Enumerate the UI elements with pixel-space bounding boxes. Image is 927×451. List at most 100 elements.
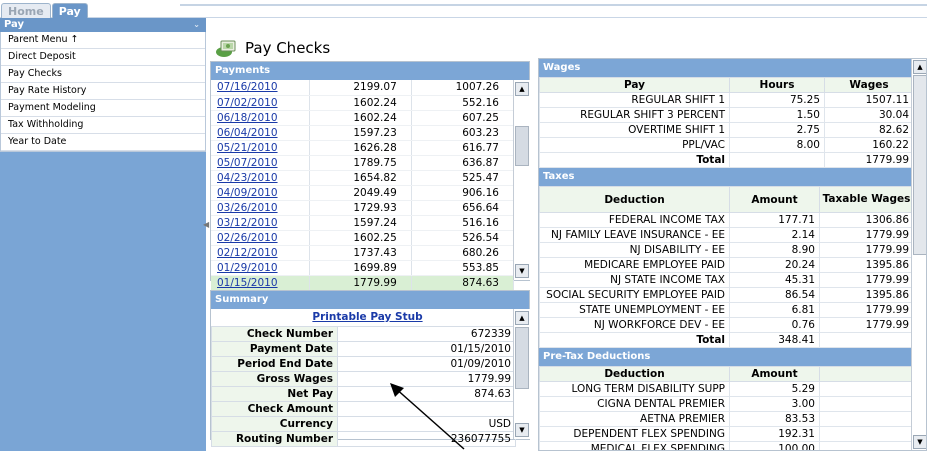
table-row[interactable]: 06/04/2010 1597.23 603.23: [211, 125, 515, 141]
net-amount: 553.85: [411, 260, 515, 276]
scroll-thumb[interactable]: [913, 75, 926, 255]
sidebar-item-tax-withholding[interactable]: Tax Withholding: [1, 117, 205, 134]
payment-date-link[interactable]: 03/12/2010: [211, 215, 310, 231]
table-row: REGULAR SHIFT 3 PERCENT 1.50 30.04: [539, 107, 914, 123]
scroll-down-icon[interactable]: ▼: [515, 423, 529, 437]
payment-date-link[interactable]: 04/09/2010: [211, 185, 310, 201]
pretax-section: Pre-Tax Deductions Deduction Amount LONG…: [539, 348, 914, 450]
table-row[interactable]: 01/15/2010 1779.99 874.63: [211, 275, 515, 291]
table-cell: PPL/VAC: [539, 137, 730, 153]
net-amount: 607.25: [411, 110, 515, 126]
table-row: MEDICARE EMPLOYEE PAID 20.24 1395.86: [539, 257, 914, 273]
payment-date-link[interactable]: 04/23/2010: [211, 170, 310, 186]
sidebar-menu: Parent Menu ↑ Direct Deposit Pay Checks …: [0, 32, 206, 152]
payment-date-link[interactable]: 07/02/2010: [211, 95, 310, 111]
table-row[interactable]: 07/16/2010 2199.07 1007.26: [211, 80, 515, 96]
collapse-handle-icon[interactable]: ◀: [203, 220, 209, 232]
summary-row: Check Number 672339: [211, 326, 516, 342]
payments-scrollbar[interactable]: ▲ ▼: [513, 80, 530, 280]
table-cell: NJ FAMILY LEAVE INSURANCE - EE: [539, 227, 730, 243]
gross-amount: 1779.99: [309, 275, 412, 291]
summary-label: Net Pay: [211, 386, 338, 402]
net-amount: 656.64: [411, 200, 515, 216]
table-row: NJ WORKFORCE DEV - EE 0.76 1779.99: [539, 317, 914, 333]
table-cell: 100.00: [729, 441, 820, 450]
summary-label: Currency: [211, 416, 338, 432]
sidebar-item-parent-menu[interactable]: Parent Menu ↑: [1, 32, 205, 49]
scroll-thumb[interactable]: [515, 126, 529, 166]
total-row: Total 348.41: [539, 332, 914, 348]
column-header: Taxable Wages: [819, 186, 914, 213]
wages-section: Wages Pay Hours Wages REGULAR SHIFT 1 75.…: [539, 59, 914, 168]
net-amount: 680.26: [411, 245, 515, 261]
details-panel: Wages Pay Hours Wages REGULAR SHIFT 1 75.…: [538, 58, 927, 451]
gross-amount: 2049.49: [309, 185, 412, 201]
table-row: REGULAR SHIFT 1 75.25 1507.11: [539, 92, 914, 108]
table-row[interactable]: 04/23/2010 1654.82 525.47: [211, 170, 515, 186]
table-cell: [729, 152, 825, 168]
table-row[interactable]: 06/18/2010 1602.24 607.25: [211, 110, 515, 126]
payment-date-link[interactable]: 05/07/2010: [211, 155, 310, 171]
top-divider: [180, 4, 927, 6]
payment-date-link[interactable]: 07/16/2010: [211, 80, 310, 96]
table-cell: 177.71: [729, 212, 820, 228]
payment-date-link[interactable]: 02/12/2010: [211, 245, 310, 261]
table-row: NJ FAMILY LEAVE INSURANCE - EE 2.14 1779.9…: [539, 227, 914, 243]
page-header: Pay Checks: [215, 37, 330, 59]
table-cell: 75.25: [729, 92, 825, 108]
table-row[interactable]: 01/29/2010 1699.89 553.85: [211, 260, 515, 276]
scroll-up-icon[interactable]: ▲: [515, 82, 529, 96]
scroll-up-icon[interactable]: ▲: [515, 311, 529, 325]
table-cell: 82.62: [824, 122, 914, 138]
sidebar-item-year-to-date[interactable]: Year to Date: [1, 134, 205, 151]
table-cell: 2.14: [729, 227, 820, 243]
payment-date-link[interactable]: 06/04/2010: [211, 125, 310, 141]
payment-date-link[interactable]: 05/21/2010: [211, 140, 310, 156]
table-row[interactable]: 02/12/2010 1737.43 680.26: [211, 245, 515, 261]
chevron-down-icon[interactable]: ⌄: [193, 18, 200, 32]
table-row[interactable]: 02/26/2010 1602.25 526.54: [211, 230, 515, 246]
summary-table: Check Number 672339 Payment Date 01/15/2010…: [211, 326, 516, 447]
column-header: Amount: [729, 186, 820, 213]
tab-pay[interactable]: Pay: [51, 3, 88, 18]
summary-scrollbar[interactable]: ▲ ▼: [513, 309, 530, 439]
gross-amount: 1654.82: [309, 170, 412, 186]
scroll-down-icon[interactable]: ▼: [515, 264, 529, 278]
printable-pay-stub-link[interactable]: Printable Pay Stub: [211, 310, 514, 325]
table-cell: 192.31: [729, 426, 820, 442]
scroll-down-icon[interactable]: ▼: [913, 435, 926, 449]
tab-home[interactable]: Home: [1, 3, 51, 18]
table-row[interactable]: 05/07/2010 1789.75 636.87: [211, 155, 515, 171]
gross-amount: 1729.93: [309, 200, 412, 216]
sidebar-header[interactable]: Pay ⌄: [0, 18, 206, 32]
scroll-thumb[interactable]: [515, 327, 529, 389]
total-row: Total 1779.99: [539, 152, 914, 168]
net-amount: 552.16: [411, 95, 515, 111]
table-row: STATE UNEMPLOYMENT - EE 6.81 1779.99: [539, 302, 914, 318]
table-row[interactable]: 03/26/2010 1729.93 656.64: [211, 200, 515, 216]
annotation-arrow-icon: [390, 383, 465, 450]
sidebar-item-pay-checks[interactable]: Pay Checks: [1, 66, 205, 83]
summary-label: Period End Date: [211, 356, 338, 372]
table-row[interactable]: 07/02/2010 1602.24 552.16: [211, 95, 515, 111]
scroll-up-icon[interactable]: ▲: [913, 60, 926, 74]
table-row[interactable]: 04/09/2010 2049.49 906.16: [211, 185, 515, 201]
details-scrollbar[interactable]: ▲ ▼: [911, 59, 926, 450]
table-row[interactable]: 05/21/2010 1626.28 616.77: [211, 140, 515, 156]
table-cell: 1395.86: [819, 257, 914, 273]
column-header: Deduction: [539, 366, 730, 382]
table-row[interactable]: 03/12/2010 1597.24 516.16: [211, 215, 515, 231]
table-cell: 1395.86: [819, 287, 914, 303]
sidebar-item-payment-modeling[interactable]: Payment Modeling: [1, 100, 205, 117]
payment-date-link[interactable]: 01/29/2010: [211, 260, 310, 276]
payment-date-link[interactable]: 03/26/2010: [211, 200, 310, 216]
gross-amount: 2199.07: [309, 80, 412, 96]
sidebar-item-pay-rate-history[interactable]: Pay Rate History: [1, 83, 205, 100]
payment-date-link[interactable]: 01/15/2010: [211, 275, 310, 291]
table-cell: LONG TERM DISABILITY SUPP: [539, 381, 730, 397]
table-cell: [819, 381, 914, 397]
payment-date-link[interactable]: 02/26/2010: [211, 230, 310, 246]
payment-date-link[interactable]: 06/18/2010: [211, 110, 310, 126]
sidebar-item-direct-deposit[interactable]: Direct Deposit: [1, 49, 205, 66]
table-cell: 1779.99: [819, 242, 914, 258]
